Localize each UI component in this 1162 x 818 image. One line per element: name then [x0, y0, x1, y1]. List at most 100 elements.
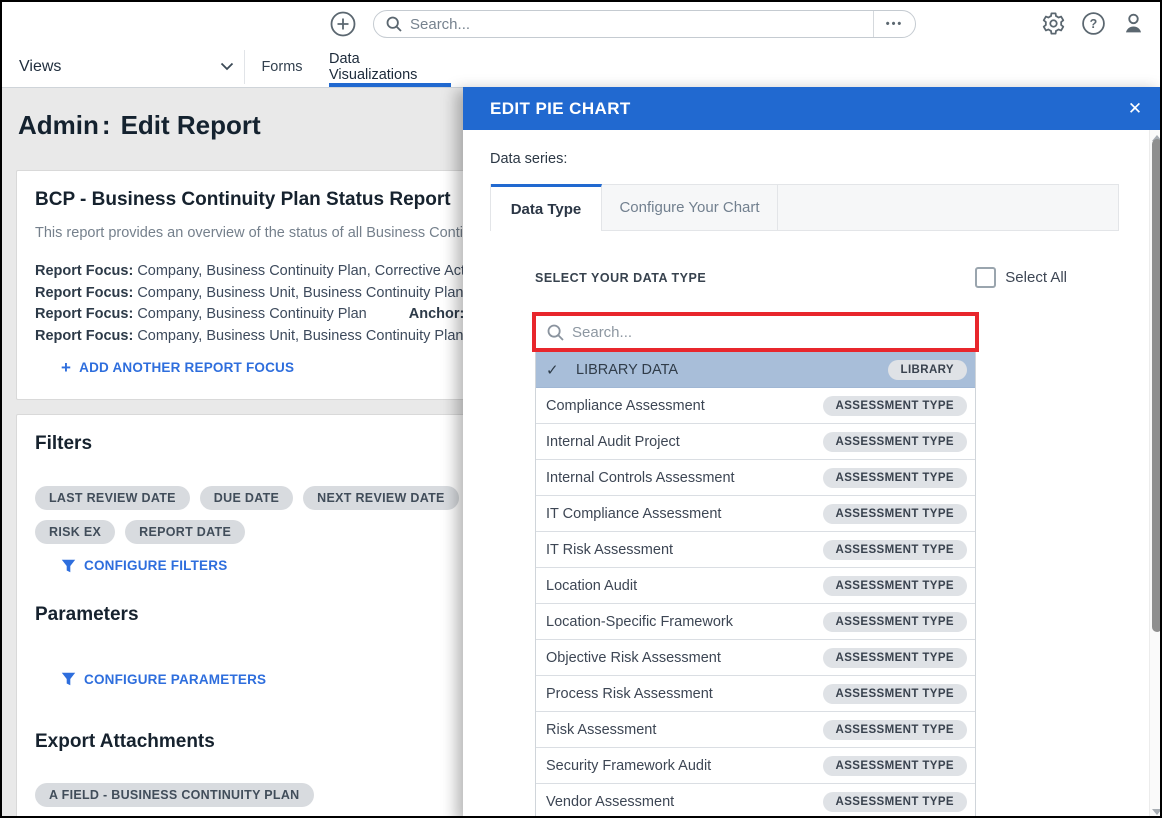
tab-configure-your-chart[interactable]: Configure Your Chart	[602, 185, 778, 230]
data-type-name: Risk Assessment	[546, 721, 657, 738]
active-tab-indicator	[329, 83, 451, 87]
data-type-badge: ASSESSMENT TYPE	[822, 467, 967, 488]
add-new-button[interactable]	[330, 11, 356, 37]
global-search: •••	[373, 10, 916, 38]
tab-divider	[244, 50, 245, 84]
data-type-row[interactable]: IT Compliance Assessment ASSESSMENT TYPE	[536, 496, 975, 532]
data-type-row[interactable]: Location-Specific Framework ASSESSMENT T…	[536, 604, 975, 640]
select-all-label: Select All	[1005, 269, 1067, 286]
select-data-type-label: SELECT YOUR DATA TYPE	[535, 270, 707, 285]
tab-forms-label: Forms	[261, 58, 303, 75]
global-search-input[interactable]	[402, 15, 873, 33]
view-tab-bar: Views Forms Data Visualizations	[2, 46, 1160, 88]
data-type-row[interactable]: Process Risk Assessment ASSESSMENT TYPE	[536, 676, 975, 712]
data-type-row[interactable]: IT Risk Assessment ASSESSMENT TYPE	[536, 532, 975, 568]
data-type-row[interactable]: Security Framework Audit ASSESSMENT TYPE	[536, 748, 975, 784]
close-icon[interactable]: ✕	[1122, 96, 1148, 122]
search-icon	[547, 324, 564, 341]
data-type-row[interactable]: Compliance Assessment ASSESSMENT TYPE	[536, 388, 975, 424]
panel-tab-bar: Data Type Configure Your Chart	[490, 184, 1119, 231]
data-type-badge: ASSESSMENT TYPE	[822, 719, 967, 740]
search-icon	[386, 16, 402, 32]
data-type-row[interactable]: Risk Assessment ASSESSMENT TYPE	[536, 712, 975, 748]
breadcrumb: Admin	[18, 110, 99, 140]
add-report-focus-link[interactable]: + ADD ANOTHER REPORT FOCUS	[61, 358, 294, 377]
panel-header: EDIT PIE CHART ✕	[463, 87, 1160, 130]
panel-title: EDIT PIE CHART	[490, 98, 631, 118]
views-dropdown-label: Views	[19, 57, 62, 75]
tab-data-visualizations[interactable]: Data Visualizations	[329, 46, 451, 87]
check-icon: ✓	[546, 361, 559, 379]
data-type-name: IT Compliance Assessment	[546, 505, 722, 522]
data-type-name: Objective Risk Assessment	[546, 649, 721, 666]
filter-chip[interactable]: REPORT DATE	[125, 520, 246, 544]
panel-scrollbar[interactable]	[1149, 130, 1160, 816]
data-type-list: ✓ LIBRARY DATA LIBRARY Compliance Assess…	[535, 352, 976, 816]
data-type-name: Internal Audit Project	[546, 433, 680, 450]
tab-forms[interactable]: Forms	[252, 46, 312, 87]
configure-parameters-link[interactable]: CONFIGURE PARAMETERS	[61, 672, 266, 687]
data-type-badge: ASSESSMENT TYPE	[822, 791, 967, 812]
plus-icon: +	[61, 358, 72, 377]
page-title-text: Edit Report	[120, 110, 261, 140]
data-type-name: IT Risk Assessment	[546, 541, 674, 558]
help-icon[interactable]: ?	[1081, 11, 1106, 36]
views-dropdown[interactable]: Views	[2, 46, 244, 87]
anchor-label: Anchor:	[408, 306, 465, 322]
data-type-row[interactable]: ✓ LIBRARY DATA LIBRARY	[536, 352, 975, 388]
search-options-button[interactable]: •••	[873, 11, 915, 37]
panel-body: Data series: Data Type Configure Your Ch…	[463, 130, 1149, 816]
user-profile-icon[interactable]	[1121, 11, 1146, 36]
select-all-checkbox[interactable]	[975, 267, 997, 288]
data-type-badge: ASSESSMENT TYPE	[822, 503, 967, 524]
annotation-highlight	[532, 312, 979, 352]
data-type-name: Vendor Assessment	[546, 793, 675, 810]
attachment-field-chip[interactable]: A FIELD - BUSINESS CONTINUITY PLAN	[35, 783, 314, 807]
data-series-label: Data series:	[490, 151, 568, 167]
data-type-name: Security Framework Audit	[546, 757, 712, 774]
filter-chip[interactable]: DUE DATE	[199, 486, 294, 510]
plus-circle-icon	[330, 11, 356, 37]
top-bar: ••• ?	[2, 2, 1160, 46]
data-type-badge: ASSESSMENT TYPE	[822, 539, 967, 560]
data-type-row[interactable]: Internal Audit Project ASSESSMENT TYPE	[536, 424, 975, 460]
data-type-badge: ASSESSMENT TYPE	[822, 431, 967, 452]
data-type-name: Compliance Assessment	[546, 397, 705, 414]
configure-filters-link[interactable]: CONFIGURE FILTERS	[61, 558, 227, 573]
data-type-search-input[interactable]	[564, 323, 975, 341]
page-title: Admin: Edit Report	[18, 110, 261, 140]
data-type-row[interactable]: Location Audit ASSESSMENT TYPE	[536, 568, 975, 604]
edit-pie-chart-panel: EDIT PIE CHART ✕ Data series: Data Type …	[463, 87, 1160, 816]
data-type-name: Process Risk Assessment	[546, 685, 713, 702]
app-window: ••• ? Views Forms	[0, 0, 1162, 818]
scrollbar-thumb[interactable]	[1152, 139, 1160, 632]
svg-text:?: ?	[1090, 17, 1098, 31]
data-type-name: LIBRARY DATA	[576, 361, 679, 378]
data-type-badge: ASSESSMENT TYPE	[822, 575, 967, 596]
tab-data-visualizations-label: Data Visualizations	[329, 50, 418, 83]
top-bar-actions: ?	[1041, 11, 1146, 36]
filter-chip[interactable]: NEXT REVIEW DATE	[303, 486, 459, 510]
data-type-badge: ASSESSMENT TYPE	[822, 683, 967, 704]
filter-chip[interactable]: LAST REVIEW DATE	[35, 486, 190, 510]
select-data-type-row: SELECT YOUR DATA TYPE Select All	[535, 267, 1067, 288]
data-type-name: Location Audit	[546, 577, 638, 594]
data-type-search	[536, 316, 975, 348]
filter-funnel-icon	[61, 672, 76, 686]
data-type-row[interactable]: Vendor Assessment ASSESSMENT TYPE	[536, 784, 975, 816]
filter-funnel-icon	[61, 559, 76, 572]
data-type-badge: ASSESSMENT TYPE	[822, 395, 967, 416]
gear-icon[interactable]	[1041, 11, 1066, 36]
data-type-name: Internal Controls Assessment	[546, 469, 735, 486]
chevron-down-icon	[220, 62, 234, 71]
data-type-row[interactable]: Internal Controls Assessment ASSESSMENT …	[536, 460, 975, 496]
data-type-name: Location-Specific Framework	[546, 613, 733, 630]
data-type-row[interactable]: Objective Risk Assessment ASSESSMENT TYP…	[536, 640, 975, 676]
data-type-badge: LIBRARY	[887, 359, 967, 380]
filter-chip[interactable]: RISK EX	[35, 520, 116, 544]
data-type-badge: ASSESSMENT TYPE	[822, 611, 967, 632]
select-all-control: Select All	[975, 267, 1067, 288]
scroll-down-arrow-icon[interactable]	[1152, 809, 1160, 815]
tab-data-type[interactable]: Data Type	[491, 184, 602, 231]
data-type-badge: ASSESSMENT TYPE	[822, 647, 967, 668]
